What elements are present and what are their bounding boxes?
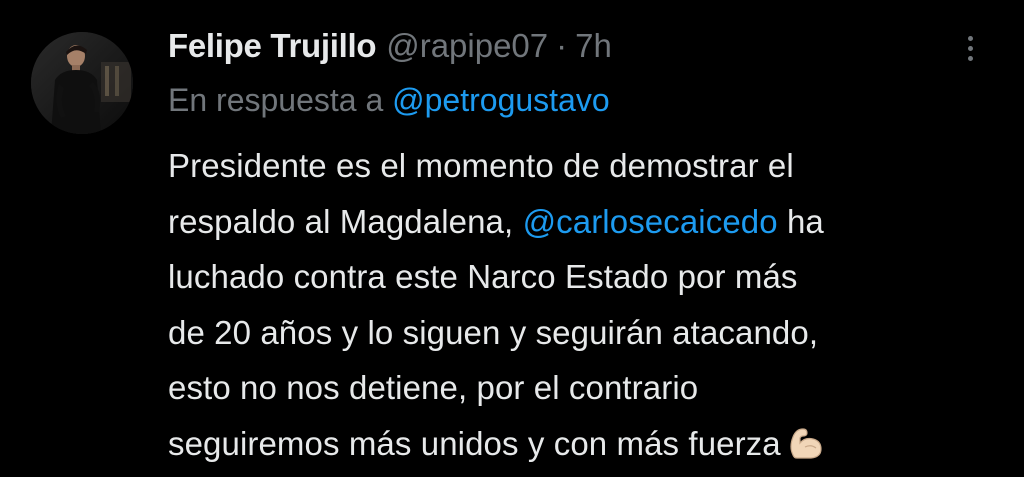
tweet-text-line: esto no nos detiene, por el contrario <box>168 369 699 406</box>
tweet-timestamp[interactable]: 7h <box>575 24 612 68</box>
tweet-text-fragment: respaldo al Magdalena, <box>168 202 514 240</box>
tweet-text-line: luchado contra este Narco Estado por más <box>168 258 798 295</box>
separator-dot: · <box>556 27 568 64</box>
author-name[interactable]: Felipe Trujillo <box>168 24 377 68</box>
tweet-text: Presidente es el momento de demostrar el… <box>168 138 988 477</box>
author-handle[interactable]: @rapipe07 <box>386 24 548 68</box>
avatar-photo <box>31 32 133 134</box>
tweet[interactable]: Felipe Trujillo @rapipe07 · 7h En respue… <box>0 0 1024 477</box>
tweet-text-fragment: ha <box>786 202 824 240</box>
mention-link[interactable]: @carlosecaicedo <box>523 203 778 240</box>
flexed-biceps-icon <box>787 422 825 477</box>
tweet-text-line: seguiremos más unidos y con más fuerza <box>168 416 988 477</box>
more-vertical-icon <box>967 55 973 61</box>
tweet-content: Felipe Trujillo @rapipe07 · 7h En respue… <box>168 24 988 477</box>
tweet-header: Felipe Trujillo @rapipe07 · 7h <box>168 24 988 68</box>
avatar[interactable] <box>31 32 133 134</box>
tweet-text-line: de 20 años y lo siguen y seguirán atacan… <box>168 313 819 351</box>
tweet-text-line: respaldo al Magdalena, @carlosecaicedo h… <box>168 194 988 250</box>
tweet-text-fragment: seguiremos más unidos y con más fuerza <box>168 424 781 462</box>
more-vertical-icon <box>967 45 973 51</box>
reply-prefix: En respuesta a <box>168 82 384 118</box>
reply-context: En respuesta a @petrogustavo <box>168 78 988 122</box>
more-vertical-icon <box>967 35 973 41</box>
more-options-button[interactable] <box>956 28 984 68</box>
tweet-text-line: Presidente es el momento de demostrar el <box>168 147 794 184</box>
reply-mention-link[interactable]: @petrogustavo <box>392 82 610 118</box>
